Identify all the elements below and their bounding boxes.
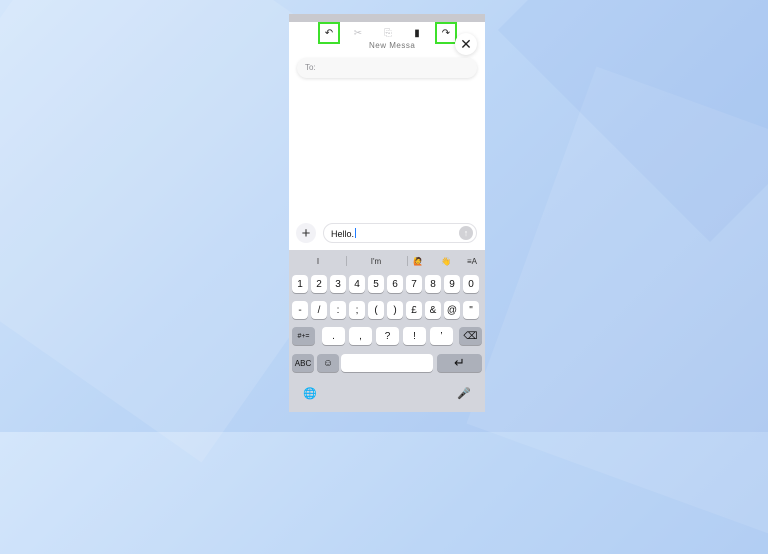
cut-icon[interactable]: ✂ (347, 22, 369, 44)
message-text: Hello. (331, 228, 357, 239)
emoji-icon: ☺ (322, 357, 334, 369)
keyboard: I I'm 🙋 👋 ≡A 1 2 3 4 5 6 7 8 9 0 - / : ;… (289, 250, 485, 412)
close-button[interactable]: ✕ (455, 33, 477, 55)
key-5[interactable]: 5 (368, 275, 384, 293)
recipient-label: To: (305, 63, 316, 72)
space-key[interactable] (341, 354, 433, 372)
screen-title: New Message (369, 41, 415, 50)
suggestion-item[interactable]: 🙋 (409, 254, 427, 268)
key-0[interactable]: 0 (463, 275, 479, 293)
key-question[interactable]: ? (376, 327, 399, 345)
text-caret (355, 228, 357, 238)
add-attachment-button[interactable]: + (296, 223, 316, 243)
redo-icon[interactable]: ↷ (435, 22, 457, 44)
close-icon: ✕ (460, 35, 472, 52)
backspace-key[interactable]: ⌫ (459, 327, 482, 345)
key-pound[interactable]: £ (406, 301, 422, 319)
status-bar-strip (289, 14, 485, 22)
suggestion-item[interactable]: I'm (359, 254, 393, 268)
background-facet (497, 0, 768, 243)
symbols-toggle-key[interactable]: #+= (292, 327, 315, 345)
key-7[interactable]: 7 (406, 275, 422, 293)
phone-screen: ↶ ✂ ⎘ ▮ ↷ New Message ✕ To: + Hello. ↑ I… (289, 14, 485, 412)
arrow-up-icon: ↑ (463, 228, 469, 238)
key-hyphen[interactable]: - (292, 301, 308, 319)
key-open-paren[interactable]: ( (368, 301, 384, 319)
key-exclamation[interactable]: ! (403, 327, 426, 345)
suggestion-divider (346, 256, 347, 266)
undo-icon[interactable]: ↶ (318, 22, 340, 44)
suggestion-divider (407, 256, 408, 266)
return-key[interactable]: ↵ (437, 354, 482, 372)
key-quote[interactable]: " (463, 301, 479, 319)
text-format-icon[interactable]: ≡A (463, 254, 481, 268)
key-at[interactable]: @ (444, 301, 460, 319)
plus-icon: + (301, 224, 311, 242)
recipient-field[interactable]: To: (297, 58, 477, 78)
return-icon: ↵ (454, 355, 465, 370)
key-2[interactable]: 2 (311, 275, 327, 293)
key-slash[interactable]: / (311, 301, 327, 319)
key-6[interactable]: 6 (387, 275, 403, 293)
edit-toolbar: ↶ ✂ ⎘ ▮ ↷ New Message ✕ (289, 22, 485, 56)
key-comma[interactable]: , (349, 327, 372, 345)
abc-key[interactable]: ABC (292, 354, 314, 372)
message-input[interactable]: Hello. ↑ (323, 223, 477, 243)
send-button[interactable]: ↑ (459, 226, 473, 240)
background-facet (466, 66, 768, 554)
key-apostrophe[interactable]: ’ (430, 327, 453, 345)
key-9[interactable]: 9 (444, 275, 460, 293)
key-period[interactable]: . (322, 327, 345, 345)
emoji-key[interactable]: ☺ (317, 354, 339, 372)
compose-bar: + Hello. ↑ (289, 220, 485, 246)
key-ampersand[interactable]: & (425, 301, 441, 319)
suggestion-item[interactable]: 👋 (437, 254, 455, 268)
key-semicolon[interactable]: ; (349, 301, 365, 319)
backspace-icon: ⌫ (463, 330, 478, 342)
key-colon[interactable]: : (330, 301, 346, 319)
key-8[interactable]: 8 (425, 275, 441, 293)
globe-icon[interactable]: 🌐 (302, 385, 318, 401)
suggestion-item[interactable]: I (303, 254, 333, 268)
key-1[interactable]: 1 (292, 275, 308, 293)
key-close-paren[interactable]: ) (387, 301, 403, 319)
key-3[interactable]: 3 (330, 275, 346, 293)
suggestion-bar: I I'm 🙋 👋 ≡A (289, 254, 485, 268)
key-4[interactable]: 4 (349, 275, 365, 293)
mic-icon[interactable]: 🎤 (456, 385, 472, 401)
